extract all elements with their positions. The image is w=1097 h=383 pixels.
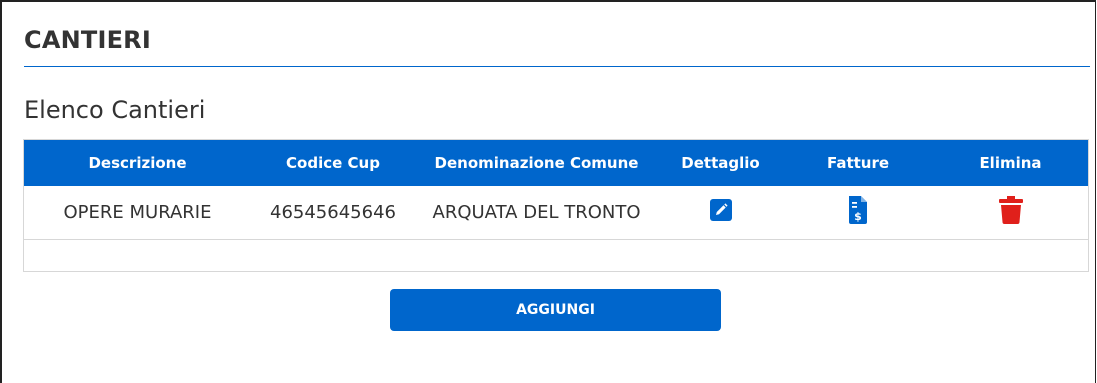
cell-descrizione: OPERE MURARIE <box>24 186 251 240</box>
cell-comune: ARQUATA DEL TRONTO <box>415 186 658 240</box>
cantieri-table: Descrizione Codice Cup Denominazione Com… <box>23 139 1089 272</box>
cell-dettaglio <box>658 186 783 240</box>
page-title: CANTIERI <box>24 26 151 54</box>
add-button[interactable]: AGGIUNGI <box>390 289 721 331</box>
invoice-icon[interactable]: $ <box>848 196 868 229</box>
column-header-descrizione: Descrizione <box>88 154 187 172</box>
cell-elimina <box>933 186 1088 240</box>
table-header-row: Descrizione Codice Cup Denominazione Com… <box>24 140 1088 186</box>
column-header-comune: Denominazione Comune <box>434 154 639 172</box>
cell-fatture: $ <box>783 186 933 240</box>
title-divider <box>24 66 1090 67</box>
svg-text:$: $ <box>854 210 862 223</box>
edit-icon[interactable] <box>709 199 732 226</box>
column-header-codice-cup: Codice Cup <box>286 154 380 172</box>
column-header-fatture: Fatture <box>826 154 890 172</box>
table-row: OPERE MURARIE 46545645646 ARQUATA DEL TR… <box>24 186 1088 240</box>
cell-codice-cup: 46545645646 <box>251 186 415 240</box>
section-title: Elenco Cantieri <box>24 96 206 124</box>
trash-icon[interactable] <box>998 196 1023 229</box>
column-header-dettaglio: Dettaglio <box>681 154 760 172</box>
column-header-elimina: Elimina <box>979 154 1042 172</box>
